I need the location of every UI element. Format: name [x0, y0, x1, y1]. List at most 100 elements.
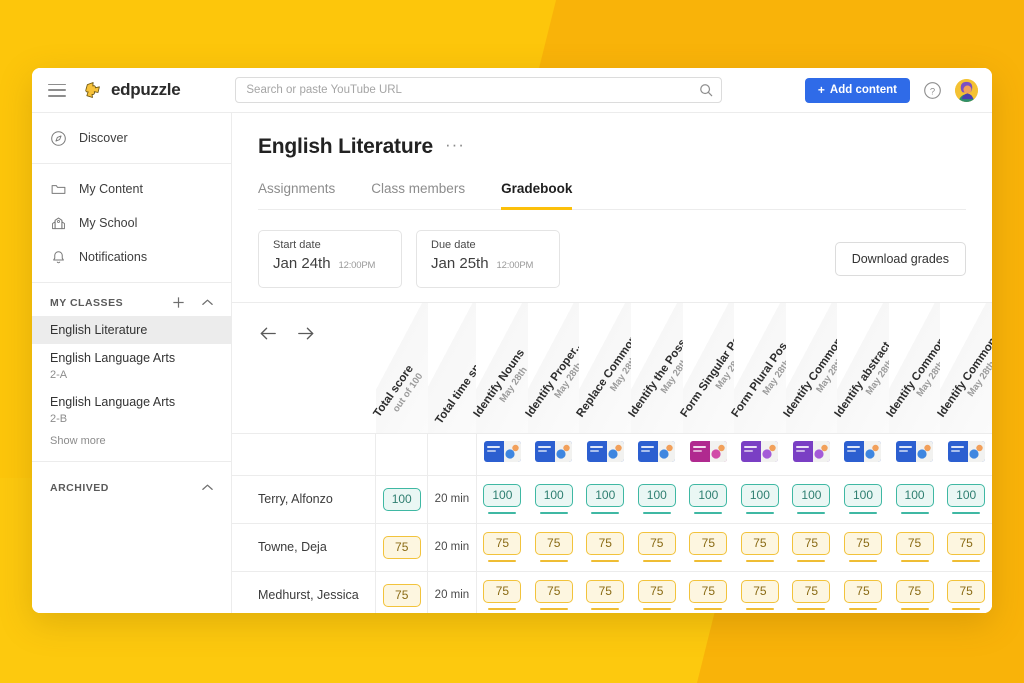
- show-more-classes[interactable]: Show more: [32, 432, 231, 453]
- sidebar-item-label: My School: [79, 216, 137, 230]
- progress-underline: [694, 608, 722, 610]
- grade-cell[interactable]: 75: [786, 571, 838, 613]
- add-content-button[interactable]: + Add content: [805, 78, 910, 103]
- grade-cell[interactable]: 75: [528, 523, 580, 571]
- score-badge: 75: [947, 532, 985, 555]
- grade-cell[interactable]: 100: [786, 475, 838, 523]
- due-date-card[interactable]: Due date Jan 25th 12:00PM: [416, 230, 560, 288]
- grade-cell[interactable]: 75: [683, 571, 735, 613]
- student-name-cell[interactable]: Towne, Deja: [232, 523, 376, 571]
- assignment-thumbnail-cell[interactable]: [889, 433, 941, 475]
- student-name-cell[interactable]: Medhurst, Jessica: [232, 571, 376, 613]
- grade-cell[interactable]: 75: [528, 571, 580, 613]
- my-classes-header: MY CLASSES: [32, 285, 231, 316]
- total-time-cell: 20 min: [428, 571, 477, 613]
- sidebar-class-english-literature[interactable]: English Literature: [32, 316, 231, 344]
- gradebook-column-header: Identify CommonMay 28th: [889, 303, 941, 433]
- more-options-icon[interactable]: ···: [445, 140, 465, 155]
- avatar[interactable]: [955, 79, 978, 102]
- grade-cell[interactable]: 75: [837, 523, 889, 571]
- chevron-up-icon[interactable]: [200, 295, 215, 310]
- grade-cell[interactable]: 75: [940, 571, 992, 613]
- assignment-thumbnail-cell[interactable]: [786, 433, 838, 475]
- due-date-label: Due date: [431, 239, 545, 251]
- arrow-left-icon[interactable]: [258, 323, 279, 344]
- score-badge: 75: [844, 580, 882, 603]
- gradebook-scroll-area[interactable]: Total scoreout of 100Total time spentIde…: [232, 303, 992, 613]
- assignment-thumbnail-cell[interactable]: [734, 433, 786, 475]
- score-badge: 75: [638, 580, 676, 603]
- grade-cell[interactable]: 75: [734, 571, 786, 613]
- search-input[interactable]: [235, 77, 722, 103]
- score-badge: 100: [844, 484, 882, 507]
- score-badge: 100: [535, 484, 573, 507]
- grade-cell[interactable]: 100: [837, 475, 889, 523]
- grade-cell[interactable]: 75: [631, 523, 683, 571]
- grade-cell[interactable]: 75: [734, 523, 786, 571]
- search-container: [235, 77, 722, 103]
- grade-cell[interactable]: 75: [837, 571, 889, 613]
- sidebar-class-ela-2b[interactable]: English Language Arts 2-B: [32, 388, 231, 432]
- grade-cell[interactable]: 75: [786, 523, 838, 571]
- chevron-up-icon[interactable]: [200, 480, 215, 495]
- grade-cell[interactable]: 75: [889, 523, 941, 571]
- assignment-thumbnail-cell[interactable]: [940, 433, 992, 475]
- progress-underline: [643, 512, 671, 514]
- progress-underline: [694, 560, 722, 562]
- tab-gradebook[interactable]: Gradebook: [501, 181, 572, 210]
- grade-cell[interactable]: 100: [940, 475, 992, 523]
- grade-cell[interactable]: 100: [889, 475, 941, 523]
- assignment-thumbnail-cell[interactable]: [476, 433, 528, 475]
- score-badge: 100: [483, 484, 521, 507]
- progress-underline: [797, 608, 825, 610]
- sidebar-item-discover[interactable]: Discover: [32, 121, 231, 155]
- grade-cell[interactable]: 75: [476, 571, 528, 613]
- plus-icon[interactable]: [171, 295, 186, 310]
- question-circle-icon[interactable]: ?: [923, 81, 942, 100]
- start-date-card[interactable]: Start date Jan 24th 12:00PM: [258, 230, 402, 288]
- grade-cell[interactable]: 100: [734, 475, 786, 523]
- school-icon: [50, 215, 67, 232]
- grade-cell[interactable]: 75: [579, 523, 631, 571]
- sidebar-item-my-school[interactable]: My School: [32, 206, 231, 240]
- grade-cell[interactable]: 100: [683, 475, 735, 523]
- grade-cell[interactable]: 75: [476, 523, 528, 571]
- grade-cell[interactable]: 75: [889, 571, 941, 613]
- grade-cell[interactable]: 75: [940, 523, 992, 571]
- assignment-thumbnail-cell[interactable]: [683, 433, 735, 475]
- grade-cell[interactable]: 75: [579, 571, 631, 613]
- archived-header[interactable]: ARCHIVED: [32, 470, 231, 501]
- sidebar-item-my-content[interactable]: My Content: [32, 172, 231, 206]
- sidebar-class-ela-2a[interactable]: English Language Arts 2-A: [32, 344, 231, 388]
- brand-logo[interactable]: edpuzzle: [84, 80, 180, 100]
- grade-cell[interactable]: 75: [631, 571, 683, 613]
- hamburger-icon[interactable]: [48, 84, 66, 97]
- due-date-value: Jan 25th: [431, 255, 489, 272]
- sidebar-item-notifications[interactable]: Notifications: [32, 240, 231, 274]
- tab-assignments[interactable]: Assignments: [258, 181, 335, 210]
- start-date-label: Start date: [273, 239, 387, 251]
- gradebook-column-header: Identify CommonMay 28th: [940, 303, 992, 433]
- video-thumbnail: [844, 441, 881, 462]
- grade-cell[interactable]: 100: [476, 475, 528, 523]
- score-badge: 75: [638, 532, 676, 555]
- assignment-thumbnail-cell[interactable]: [528, 433, 580, 475]
- arrow-right-icon[interactable]: [295, 323, 316, 344]
- table-row: Medhurst, Jessica7520 min757575757575757…: [232, 571, 992, 613]
- download-grades-button[interactable]: Download grades: [835, 242, 966, 276]
- grade-cell[interactable]: 100: [528, 475, 580, 523]
- assignment-thumbnail-cell[interactable]: [579, 433, 631, 475]
- score-badge: 100: [741, 484, 779, 507]
- score-badge: 75: [947, 580, 985, 603]
- grade-cell[interactable]: 100: [631, 475, 683, 523]
- score-badge: 75: [383, 584, 421, 607]
- assignment-thumbnail-cell[interactable]: [631, 433, 683, 475]
- progress-underline: [849, 512, 877, 514]
- assignment-thumbnail-cell[interactable]: [837, 433, 889, 475]
- tab-class-members[interactable]: Class members: [371, 181, 465, 210]
- grade-cell[interactable]: 75: [683, 523, 735, 571]
- student-name-cell[interactable]: Terry, Alfonzo: [232, 475, 376, 523]
- sidebar-item-label: Discover: [79, 131, 128, 145]
- grade-cell[interactable]: 100: [579, 475, 631, 523]
- progress-underline: [540, 560, 568, 562]
